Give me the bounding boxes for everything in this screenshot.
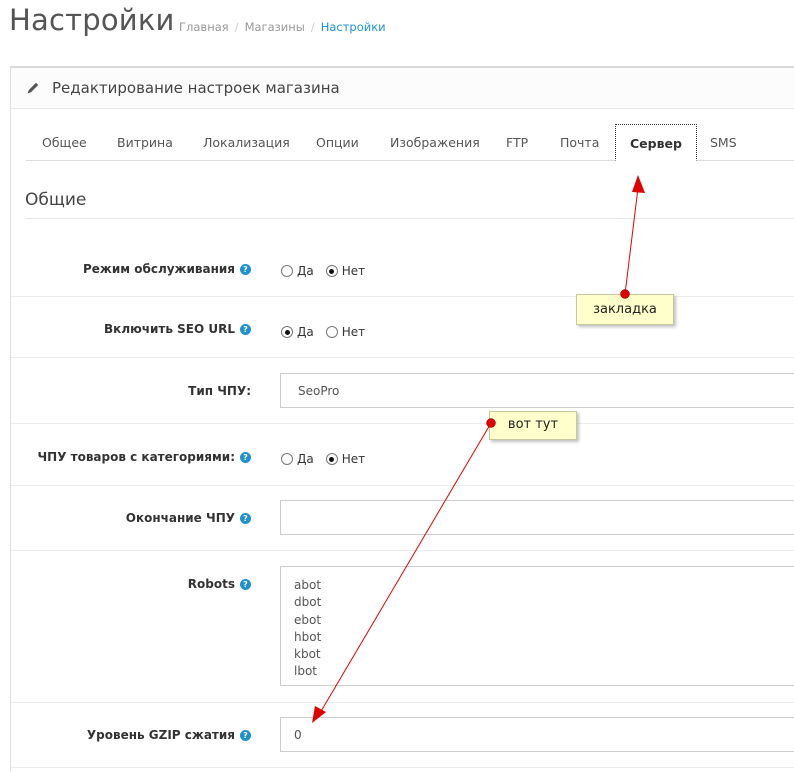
maintenance-yes-label[interactable]: Да [297, 264, 314, 278]
divider [25, 218, 794, 219]
breadcrumb-stores[interactable]: Магазины [245, 20, 305, 34]
help-icon[interactable]: ? [240, 263, 251, 275]
help-icon[interactable]: ? [240, 323, 251, 335]
tab-sms[interactable]: SMS [710, 135, 737, 150]
divider [11, 767, 794, 768]
product-cat-urls-radio-group: Да Нет [281, 452, 377, 466]
tab-storefront[interactable]: Витрина [117, 135, 173, 150]
seo-url-no-label[interactable]: Нет [342, 325, 365, 339]
product-cat-urls-yes-radio[interactable] [281, 453, 293, 465]
robots-line: ebot [294, 612, 322, 627]
seo-url-radio-group: Да Нет [281, 325, 377, 339]
breadcrumb-separator: / [310, 20, 315, 34]
robots-line: lbot [294, 664, 317, 679]
maintenance-no-radio[interactable] [325, 265, 338, 277]
divider [11, 550, 794, 551]
maintenance-label: Режим обслуживания? [83, 262, 251, 276]
tab-images[interactable]: Изображения [390, 135, 480, 150]
robots-line: abot [294, 578, 322, 592]
divider [11, 423, 794, 424]
help-icon[interactable]: ? [240, 729, 251, 741]
divider [11, 485, 794, 486]
panel-title: Редактирование настроек магазина [52, 79, 340, 97]
divider [11, 296, 794, 297]
product-cat-urls-no-radio[interactable] [325, 453, 338, 465]
tab-server[interactable]: Сервер [615, 124, 697, 161]
robots-label-text: Robots [187, 577, 235, 591]
product-cat-urls-label: ЧПУ товаров с категориями:? [37, 450, 251, 464]
section-title: Общие [25, 190, 87, 210]
tab-options[interactable]: Опции [316, 135, 359, 150]
page-title: Настройки [9, 3, 175, 37]
url-type-label-text: Тип ЧПУ: [188, 384, 251, 398]
product-cat-urls-label-text: ЧПУ товаров с категориями: [37, 450, 235, 464]
tab-mail[interactable]: Почта [560, 135, 599, 150]
robots-line: dbot [294, 595, 322, 610]
help-icon[interactable]: ? [240, 512, 251, 524]
tab-general[interactable]: Общее [42, 135, 87, 150]
robots-line: kbot [294, 647, 321, 662]
breadcrumb-separator: / [234, 20, 239, 34]
url-ending-label-text: Окончание ЧПУ [125, 511, 235, 525]
product-cat-urls-no-label[interactable]: Нет [342, 452, 365, 466]
url-ending-label: Окончание ЧПУ? [126, 511, 251, 525]
robots-label: Robots? [188, 577, 251, 591]
maintenance-label-text: Режим обслуживания [82, 262, 235, 276]
robots-textarea[interactable]: abot dbot ebot hbot kbot lbot [280, 566, 794, 686]
here-annotation-note: вот тут [489, 411, 577, 440]
gzip-input[interactable]: 0 [280, 717, 794, 752]
robots-line: hbot [294, 629, 322, 644]
tab-localization[interactable]: Локализация [203, 135, 290, 150]
tab-annotation-note: закладка [576, 294, 674, 325]
maintenance-no-label[interactable]: Нет [342, 264, 365, 278]
breadcrumb-settings[interactable]: Настройки [321, 20, 386, 34]
divider [11, 702, 794, 703]
seo-url-yes-label[interactable]: Да [297, 325, 314, 339]
page-header: Настройки Главная / Магазины / Настройки [0, 0, 794, 60]
tab-ftp[interactable]: FTP [506, 135, 528, 150]
help-icon[interactable]: ? [240, 451, 251, 463]
divider [11, 357, 794, 358]
seo-url-label: Включить SEO URL? [104, 322, 251, 336]
seo-url-no-radio[interactable] [325, 326, 338, 338]
panel-heading: Редактирование настроек магазина [11, 68, 794, 109]
seo-url-yes-radio[interactable] [281, 326, 293, 338]
seo-url-label-text: Включить SEO URL [104, 322, 235, 336]
breadcrumb: Главная / Магазины / Настройки [179, 20, 386, 34]
product-cat-urls-yes-label[interactable]: Да [297, 452, 314, 466]
gzip-label: Уровень GZIP сжатия? [87, 728, 251, 742]
url-ending-input[interactable] [280, 500, 794, 535]
maintenance-yes-radio[interactable] [281, 265, 293, 277]
breadcrumb-home[interactable]: Главная [179, 20, 229, 34]
help-icon[interactable]: ? [240, 578, 251, 590]
pencil-icon [27, 82, 39, 94]
gzip-label-text: Уровень GZIP сжатия [86, 728, 235, 742]
url-type-select[interactable]: SeoPro [280, 373, 794, 408]
settings-tabs: Общее Витрина Локализация Опции Изображе… [26, 124, 794, 161]
url-type-label: Тип ЧПУ: [188, 384, 251, 398]
maintenance-radio-group: Да Нет [281, 264, 377, 278]
